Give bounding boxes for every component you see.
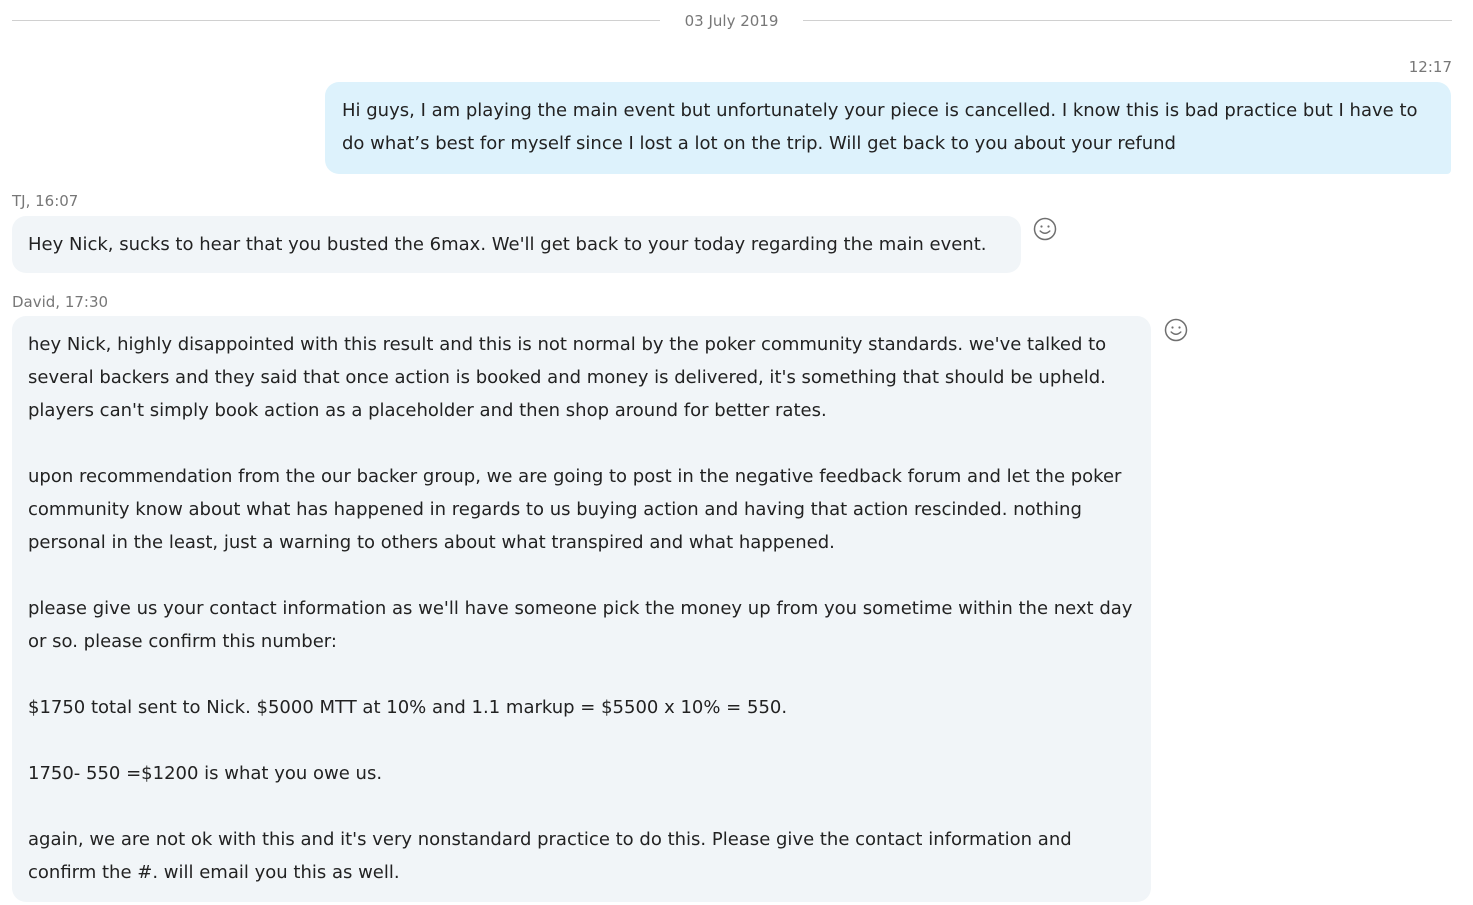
incoming-message-bubble[interactable]: Hey Nick, sucks to hear that you busted … (12, 216, 1021, 273)
message-sender-meta: TJ, 16:07 (12, 192, 79, 210)
smiley-icon[interactable] (1033, 217, 1057, 241)
divider-line (12, 20, 660, 21)
divider-line (803, 20, 1452, 21)
date-divider: 03 July 2019 (12, 10, 1452, 32)
message-timestamp: 12:17 (1408, 58, 1452, 76)
smiley-icon[interactable] (1164, 318, 1188, 342)
outgoing-message-bubble[interactable]: Hi guys, I am playing the main event but… (325, 82, 1451, 174)
chat-conversation: 03 July 2019 12:17 Hi guys, I am playing… (0, 0, 1473, 905)
message-sender-meta: David, 17:30 (12, 293, 109, 311)
incoming-message-bubble[interactable]: hey Nick, highly disappointed with this … (12, 316, 1151, 902)
date-label: 03 July 2019 (684, 12, 779, 30)
